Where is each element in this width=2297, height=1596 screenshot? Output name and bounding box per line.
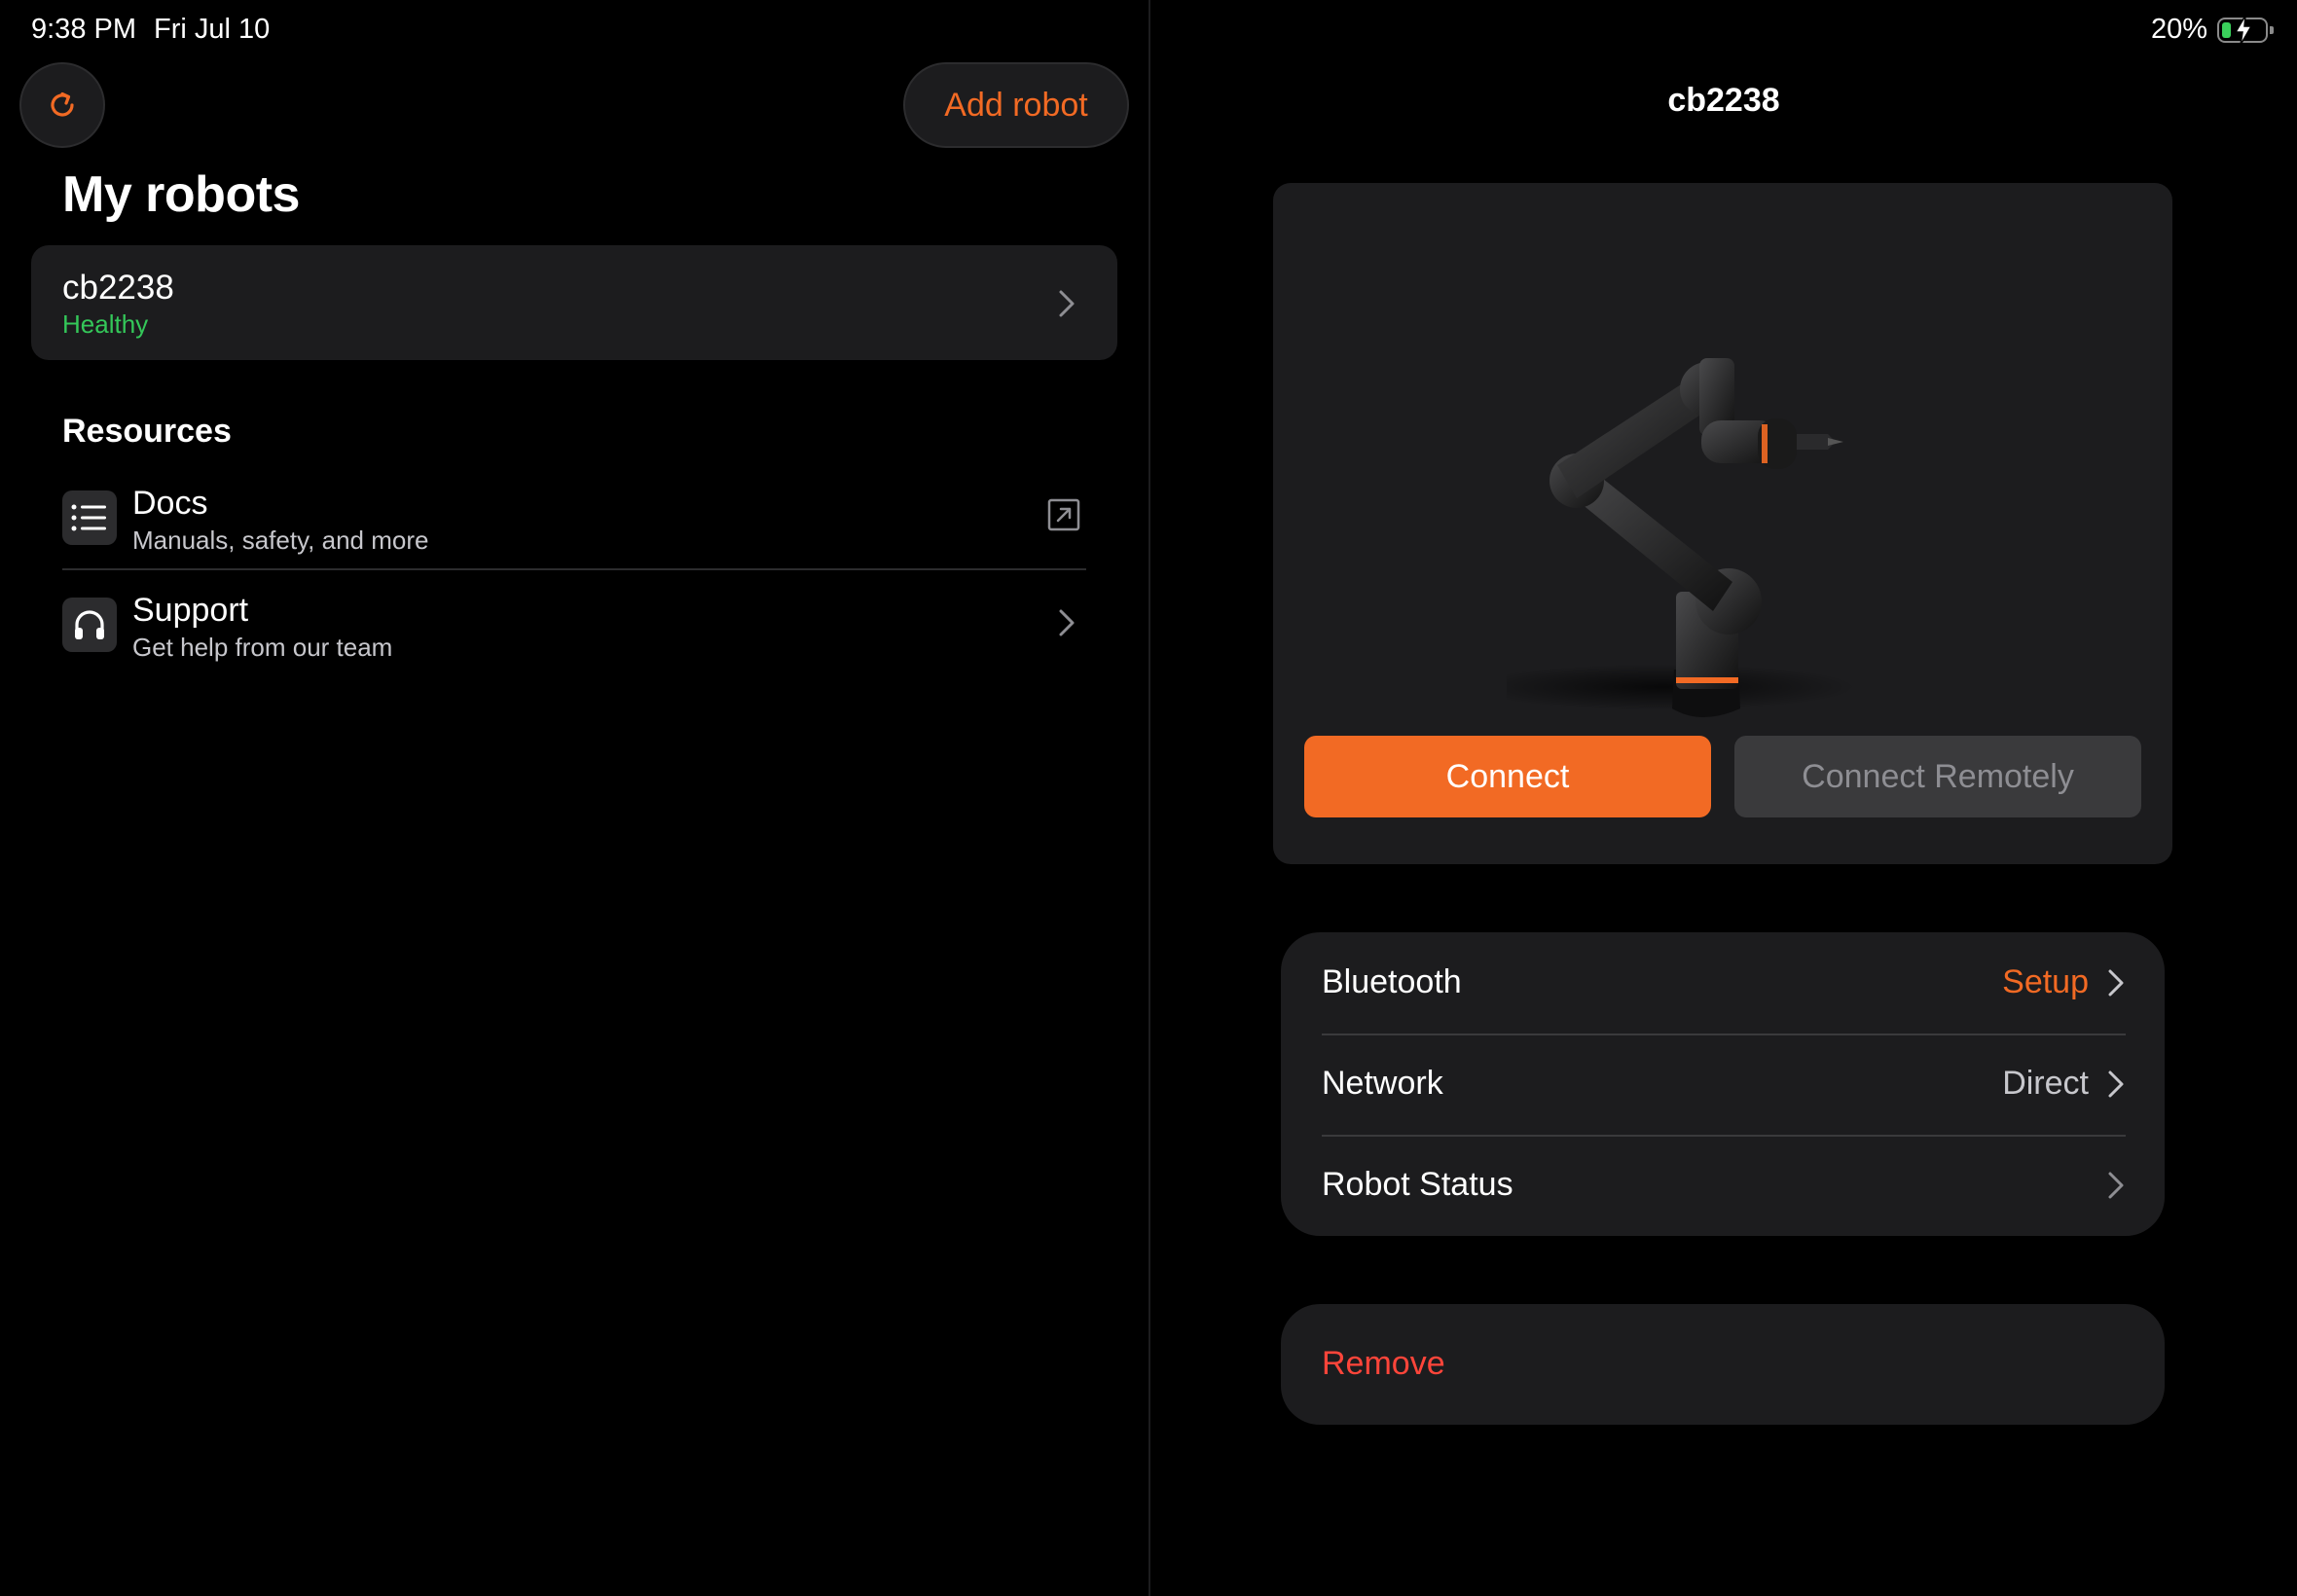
page-title: My robots [62, 166, 300, 223]
status-right: 20% [2150, 14, 2274, 46]
settings-row-bluetooth[interactable]: Bluetooth Setup [1322, 932, 2126, 1034]
resource-subtitle-docs: Manuals, safety, and more [132, 526, 429, 555]
chevron-right-icon [1059, 609, 1075, 636]
resource-title-docs: Docs [132, 485, 208, 522]
resource-item-support[interactable]: Support Get help from our team [62, 584, 1086, 681]
connect-button[interactable]: Connect [1304, 736, 1711, 817]
resource-subtitle-support: Get help from our team [132, 633, 393, 662]
robot-health-status: Healthy [62, 309, 149, 339]
settings-row-network[interactable]: Network Direct [1322, 1034, 2126, 1135]
resource-item-docs[interactable]: Docs Manuals, safety, and more [62, 477, 1086, 574]
chevron-right-icon [2108, 969, 2124, 997]
connect-remotely-button[interactable]: Connect Remotely [1734, 736, 2141, 817]
battery-charging-icon [2217, 15, 2274, 45]
robot-name: cb2238 [62, 269, 174, 307]
pane-divider [1148, 0, 1150, 1596]
robot-hero-card: Connect Connect Remotely [1273, 183, 2172, 864]
chevron-right-icon [2108, 1070, 2124, 1098]
battery-percent: 20% [2150, 14, 2207, 45]
network-value: Direct [2002, 1065, 2089, 1102]
robot-list-item[interactable]: cb2238 Healthy [31, 245, 1117, 360]
list-icon [62, 490, 117, 545]
resources-heading: Resources [62, 413, 232, 450]
external-link-icon [1047, 498, 1080, 531]
remove-robot-button[interactable]: Remove [1281, 1304, 2165, 1425]
refresh-icon [51, 91, 74, 117]
status-clock: 9:38 PM [31, 14, 136, 45]
chevron-right-icon [1059, 290, 1075, 317]
network-label: Network [1322, 1065, 1443, 1102]
resources-separator [62, 568, 1086, 570]
add-robot-button[interactable]: Add robot [903, 62, 1129, 148]
remove-label: Remove [1322, 1345, 1445, 1382]
robot-status-label: Robot Status [1322, 1166, 1513, 1203]
robot-detail-title: cb2238 [1667, 82, 1780, 119]
robot-settings-group: Bluetooth Setup Network Direct Robot Sta… [1281, 932, 2165, 1236]
resource-title-support: Support [132, 592, 249, 629]
status-date: Fri Jul 10 [154, 14, 271, 45]
headphones-icon [62, 598, 117, 652]
bluetooth-value: Setup [2002, 963, 2089, 1000]
settings-row-robot-status[interactable]: Robot Status [1322, 1135, 2126, 1236]
chevron-right-icon [2108, 1172, 2124, 1199]
app-root: 9:38 PM Fri Jul 10 20% Add robot My robot… [0, 0, 2297, 1596]
bluetooth-label: Bluetooth [1322, 963, 1462, 1000]
refresh-button[interactable] [19, 62, 105, 148]
status-time: 9:38 PM Fri Jul 10 [31, 14, 287, 46]
